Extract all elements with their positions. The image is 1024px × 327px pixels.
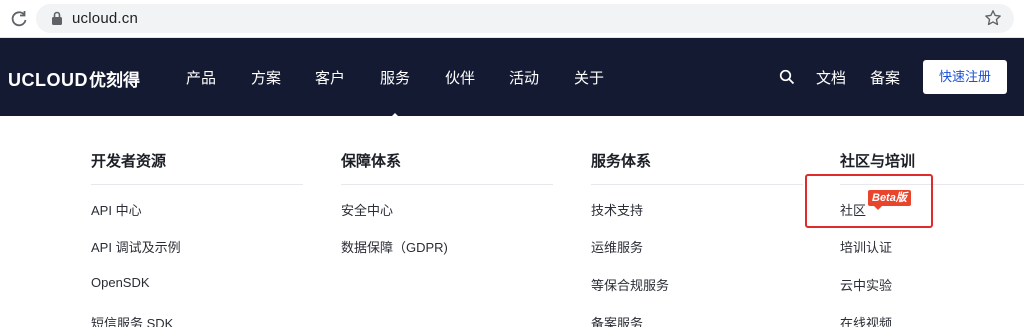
link-sms-sdk[interactable]: 短信服务 SDK [91, 313, 173, 327]
divider [591, 184, 803, 185]
divider [341, 184, 553, 185]
link-ops-service[interactable]: 运维服务 [591, 237, 643, 256]
link-gdpr[interactable]: 数据保障（GDPR) [341, 237, 448, 256]
nav-item-partners[interactable]: 伙伴 [445, 67, 475, 88]
link-training[interactable]: 培训认证 [840, 237, 892, 256]
link-icp-service[interactable]: 备案服务 [591, 313, 643, 327]
link-opensdk[interactable]: OpenSDK [91, 275, 150, 290]
nav-item-products[interactable]: 产品 [186, 67, 216, 88]
nav-item-solutions[interactable]: 方案 [251, 67, 281, 88]
nav-docs-link[interactable]: 文档 [816, 67, 846, 88]
url-text[interactable]: ucloud.cn [72, 10, 138, 27]
column-title: 保障体系 [341, 153, 402, 170]
link-compliance[interactable]: 等保合规服务 [591, 275, 669, 294]
link-tech-support[interactable]: 技术支持 [591, 200, 643, 219]
lock-icon [52, 11, 62, 25]
column-title: 社区与培训 [840, 153, 916, 170]
nav-item-customers[interactable]: 客户 [315, 67, 345, 88]
reload-icon[interactable] [9, 9, 29, 29]
bookmark-star-icon[interactable] [984, 9, 1002, 27]
register-button[interactable]: 快速注册 [923, 60, 1007, 94]
site-header: UCLOUD优刻得 产品 方案 客户 服务 伙伴 活动 关于 文档 备案 快速注… [0, 38, 1024, 116]
link-api-debug[interactable]: API 调试及示例 [91, 237, 181, 256]
highlight-annotation [805, 174, 933, 228]
link-online-video[interactable]: 在线视频 [840, 313, 892, 327]
column-title: 服务体系 [591, 153, 652, 170]
divider [91, 184, 303, 185]
address-bar[interactable]: ucloud.cn [36, 4, 1014, 33]
search-icon[interactable] [779, 69, 795, 85]
nav-item-about[interactable]: 关于 [574, 67, 604, 88]
nav-item-services[interactable]: 服务 [380, 67, 410, 88]
nav-item-events[interactable]: 活动 [509, 67, 539, 88]
link-api-center[interactable]: API 中心 [91, 200, 142, 219]
link-security-center[interactable]: 安全中心 [341, 200, 393, 219]
nav-icp-link[interactable]: 备案 [870, 67, 900, 88]
browser-toolbar: ucloud.cn [0, 0, 1024, 38]
link-cloud-lab[interactable]: 云中实验 [840, 275, 892, 294]
brand-logo[interactable]: UCLOUD优刻得 [8, 66, 140, 91]
column-title: 开发者资源 [91, 153, 167, 170]
